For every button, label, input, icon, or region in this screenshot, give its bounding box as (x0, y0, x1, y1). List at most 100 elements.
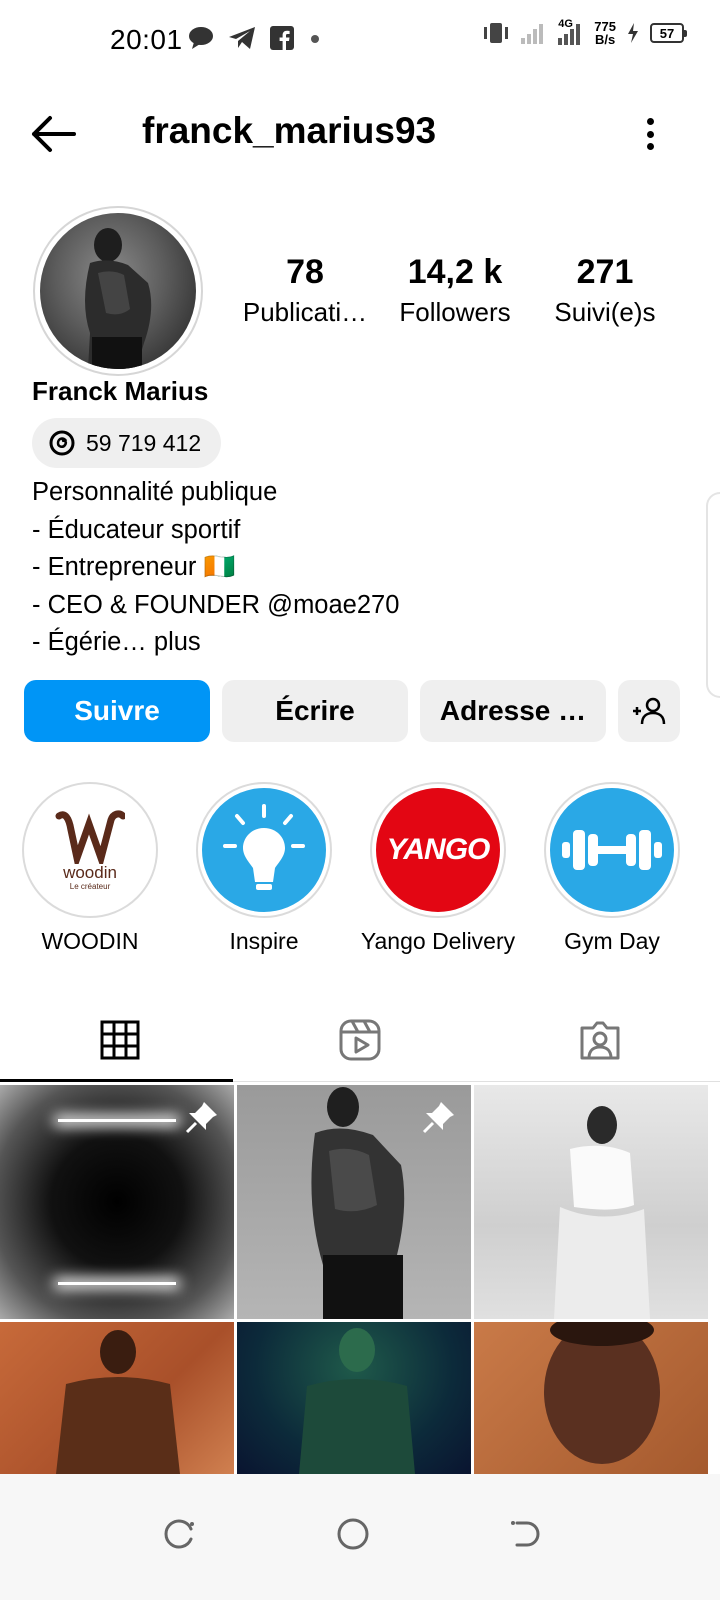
signal-icon (521, 24, 544, 44)
network-speed: 775 B/s (594, 20, 616, 46)
threads-badge[interactable]: 59 719 412 (32, 418, 222, 468)
light-strip (58, 1119, 176, 1122)
post-thumbnail[interactable] (237, 1322, 471, 1474)
battery-icon: 57 (650, 23, 687, 43)
highlight-label: Yango Delivery (360, 928, 516, 954)
story-highlights: woodin Le créateur WOODIN Inspire YANGO … (22, 782, 680, 955)
post-thumbnail[interactable] (474, 1085, 708, 1319)
battery-level: 57 (659, 25, 675, 41)
chat-bubble-icon (189, 27, 213, 49)
stat-label: Suivi(e)s (554, 297, 656, 327)
bio-line: Personnalité publique (32, 478, 278, 506)
tagged-user-icon (580, 1021, 620, 1059)
facebook-icon (270, 26, 294, 50)
system-indicators: 4G 775 B/s 57 (482, 18, 687, 46)
suggested-users-button[interactable] (618, 680, 680, 742)
highlight-yango[interactable]: YANGO Yango Delivery (361, 782, 515, 955)
bio-more-link[interactable]: plus (154, 628, 201, 656)
home-circle-icon (337, 1518, 369, 1550)
profile-tabs (0, 998, 720, 1082)
post-thumbnail[interactable] (0, 1322, 234, 1474)
profile-actions: Suivre Écrire Adresse … (24, 680, 680, 742)
edge-panel-handle[interactable] (706, 492, 720, 698)
highlight-ring: YANGO (370, 782, 506, 918)
stat-value: 271 (576, 253, 634, 291)
more-dot-icon (646, 130, 654, 138)
dumbbell-icon (550, 788, 674, 912)
address-button[interactable]: Adresse … (420, 680, 606, 742)
vibrate-icon (484, 23, 509, 43)
light-strip (58, 1282, 176, 1285)
highlight-ring (196, 782, 332, 918)
telegram-icon (229, 27, 255, 49)
add-user-icon (633, 697, 666, 725)
highlight-label: Gym Day (564, 928, 660, 954)
highlight-label: WOODIN (41, 928, 139, 954)
yango-logo-text: YANGO (386, 833, 491, 866)
woodin-w-icon (55, 809, 125, 864)
profile-avatar[interactable] (33, 206, 203, 376)
post-thumbnail[interactable] (0, 1085, 234, 1319)
stat-followers[interactable]: 14,2 k Followers (380, 252, 530, 332)
home-button[interactable] (323, 1504, 383, 1564)
network-4g-icon: 4G (556, 18, 584, 46)
follow-button[interactable]: Suivre (24, 680, 210, 742)
grid-icon (100, 1020, 140, 1059)
profile-header: franck_marius93 (0, 92, 720, 176)
post-thumbnail[interactable] (474, 1322, 708, 1474)
profile-stats: 78 Publicati… 14,2 k Followers 271 Suivi… (230, 252, 690, 332)
status-time: 20:01 (110, 24, 183, 55)
tab-reels[interactable] (240, 998, 480, 1081)
bio-line: - Égérie… plus (32, 624, 399, 662)
stat-label: Followers (399, 297, 511, 327)
recent-apps-icon (164, 1519, 194, 1549)
profile-full-name: Franck Marius (32, 376, 209, 406)
woodin-logo: woodin Le créateur (28, 788, 152, 912)
bio-line: - Entrepreneur 🇨🇮 (32, 553, 236, 581)
back-button[interactable] (28, 112, 80, 156)
lightbulb-icon (202, 788, 326, 912)
avatar-photo (40, 213, 196, 369)
stat-label: Publicati… (242, 297, 368, 327)
back-nav-icon (511, 1521, 540, 1547)
bio-line: - CEO & FOUNDER @moae270 (32, 590, 400, 619)
threads-count: 59 719 412 (86, 429, 202, 456)
arrow-left-icon (32, 116, 76, 152)
highlight-gym-day[interactable]: Gym Day (544, 782, 680, 955)
highlight-woodin[interactable]: woodin Le créateur WOODIN (22, 782, 158, 955)
notification-icons (188, 26, 322, 50)
stat-value: 14,2 k (407, 253, 503, 291)
stat-value: 78 (286, 253, 324, 291)
username-title: franck_marius93 (142, 110, 437, 151)
network-type: 4G (558, 18, 573, 30)
reels-icon (339, 1019, 381, 1060)
more-dot-icon (646, 143, 654, 150)
post-thumbnail[interactable] (237, 1085, 471, 1319)
yango-logo: YANGO (376, 788, 500, 912)
woodin-logo-sub: Le créateur (69, 881, 111, 891)
bio-line: - Éducateur sportif (32, 515, 241, 544)
threads-icon (49, 430, 75, 456)
profile-bio: Personnalité publique - Éducateur sporti… (32, 474, 399, 662)
stat-following[interactable]: 271 Suivi(e)s (530, 252, 680, 332)
system-nav-bar (0, 1474, 720, 1600)
pin-icon (422, 1102, 454, 1134)
net-speed-unit: B/s (595, 32, 616, 47)
highlight-label: Inspire (229, 928, 299, 954)
highlight-ring (544, 782, 680, 918)
back-nav-button[interactable] (494, 1504, 554, 1564)
tab-tagged[interactable] (480, 998, 720, 1081)
stat-posts[interactable]: 78 Publicati… (230, 252, 380, 332)
more-options-button[interactable] (638, 114, 662, 154)
posts-grid (0, 1085, 720, 1474)
recent-apps-button[interactable] (150, 1504, 210, 1564)
dot-icon (311, 35, 319, 43)
bio-line-text: - Égérie… (32, 628, 147, 656)
highlight-ring: woodin Le créateur (22, 782, 158, 918)
status-bar: 20:01 4G 775 B/s 57 (0, 0, 720, 80)
tab-posts-grid[interactable] (0, 998, 240, 1082)
highlight-inspire[interactable]: Inspire (196, 782, 332, 955)
charging-icon (628, 23, 638, 43)
pin-icon (185, 1102, 217, 1134)
message-button[interactable]: Écrire (222, 680, 408, 742)
